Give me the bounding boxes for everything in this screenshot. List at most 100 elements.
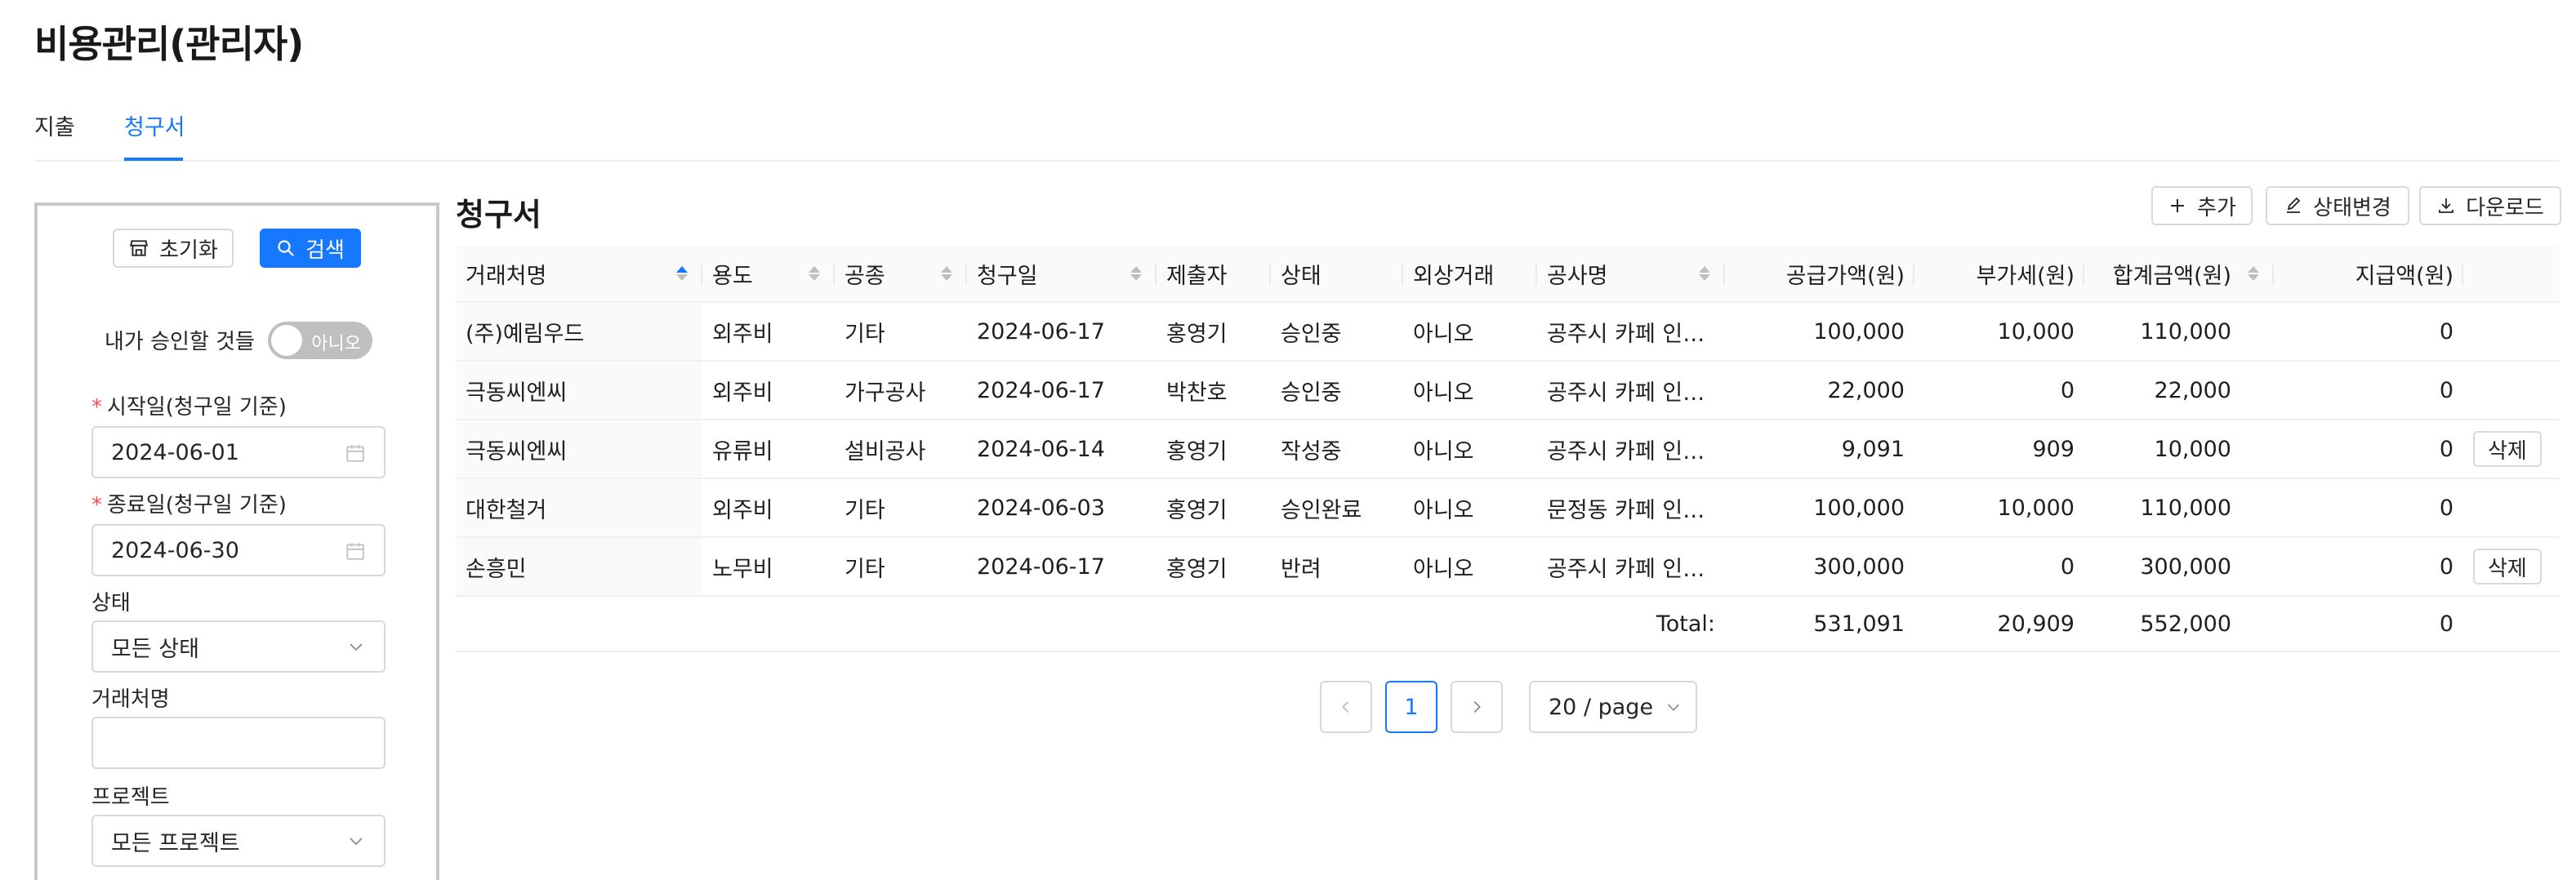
- cell-vendor: (주)예림우드: [456, 302, 702, 362]
- totals-paid: 0: [2274, 596, 2463, 652]
- totals-total: 552,000: [2084, 596, 2274, 652]
- section-title: 청구서: [456, 197, 541, 233]
- cell-credit: 아니오: [1403, 478, 1537, 538]
- table-row: 대한철거 외주비 기타 2024-06-03 홍영기 승인완료 아니오 문정동 …: [456, 478, 2560, 538]
- my-approval-toggle[interactable]: 아니오: [268, 322, 372, 359]
- chevron-right-icon: [1473, 700, 1481, 713]
- sort-icon: [1130, 266, 1142, 281]
- table-row: 극동씨엔씨 외주비 가구공사 2024-06-17 박찬호 승인중 아니오 공주…: [456, 361, 2560, 420]
- search-label: 검색: [305, 238, 345, 263]
- column-header-date[interactable]: 청구일: [967, 247, 1157, 303]
- column-header-trade[interactable]: 공종: [835, 247, 967, 303]
- end-date-input[interactable]: 2024-06-30: [91, 524, 386, 576]
- sort-icon: [676, 266, 688, 281]
- sort-icon: [809, 266, 820, 281]
- cell-total: 110,000: [2084, 478, 2274, 538]
- cell-submitter: 홍영기: [1157, 478, 1271, 538]
- page-title: 비용관리(관리자): [34, 22, 304, 66]
- search-icon: [278, 240, 294, 256]
- cell-credit: 아니오: [1403, 302, 1537, 362]
- column-header-credit: 외상거래: [1403, 247, 1537, 303]
- cell-trade: 기타: [835, 302, 967, 362]
- status-change-button[interactable]: 상태변경: [2266, 186, 2409, 225]
- cell-vendor: 극동씨엔씨: [456, 361, 702, 420]
- cell-status: 작성중: [1271, 420, 1403, 479]
- add-label: 추가: [2197, 195, 2236, 220]
- toggle-text: 아니오: [311, 334, 361, 354]
- delete-button[interactable]: 삭제: [2473, 549, 2542, 584]
- page-size-value: 20 / page: [1549, 694, 1654, 720]
- vendor-input[interactable]: [91, 717, 386, 769]
- cell-supply: 22,000: [1725, 361, 1914, 420]
- tab-bar: 지출 청구서: [34, 106, 2560, 162]
- column-header-usage[interactable]: 용도: [702, 247, 835, 303]
- next-page-button[interactable]: [1451, 681, 1503, 733]
- cell-date: 2024-06-17: [967, 537, 1157, 597]
- column-header-actions: [2463, 247, 2560, 303]
- table-row: 손흥민 노무비 기타 2024-06-17 홍영기 반려 아니오 공주시 카페 …: [456, 537, 2560, 597]
- calendar-icon: [346, 445, 364, 462]
- cell-usage: 외주비: [702, 478, 835, 538]
- cell-supply: 300,000: [1725, 537, 1914, 597]
- cell-submitter: 홍영기: [1157, 537, 1271, 597]
- tab-expenses[interactable]: 지출: [34, 109, 75, 141]
- page-size-select[interactable]: 20 / page: [1529, 681, 1697, 733]
- calendar-icon: [346, 543, 364, 560]
- chevron-down-icon: [1668, 704, 1680, 711]
- shop-icon: [130, 240, 149, 256]
- download-button[interactable]: 다운로드: [2419, 186, 2561, 225]
- cell-usage: 유류비: [702, 420, 835, 479]
- cell-project: 공주시 카페 인테리어: [1537, 420, 1725, 479]
- tab-invoices[interactable]: 청구서: [124, 109, 185, 141]
- cell-date: 2024-06-17: [967, 361, 1157, 420]
- edit-icon: [2287, 197, 2301, 213]
- cell-credit: 아니오: [1403, 537, 1537, 597]
- status-change-label: 상태변경: [2313, 195, 2391, 220]
- cell-status: 반려: [1271, 537, 1403, 597]
- totals-label: Total:: [456, 596, 1725, 652]
- cell-trade: 기타: [835, 478, 967, 538]
- start-date-value: 2024-06-01: [111, 439, 239, 465]
- my-approval-label: 내가 승인할 것들: [105, 330, 255, 354]
- download-icon: [2439, 198, 2454, 213]
- chevron-left-icon: [1342, 700, 1349, 713]
- project-select[interactable]: 모든 프로젝트: [91, 815, 386, 867]
- column-header-status: 상태: [1271, 247, 1403, 303]
- status-label: 상태: [91, 591, 131, 616]
- cell-credit: 아니오: [1403, 420, 1537, 479]
- page-1-button[interactable]: 1: [1385, 681, 1437, 733]
- cell-supply: 9,091: [1725, 420, 1914, 479]
- reset-label: 초기화: [159, 238, 218, 263]
- column-header-vendor[interactable]: 거래처명: [456, 247, 702, 303]
- filter-panel: 초기화 검색 내가 승인할 것들 아니오 * 시작일(청구일 기준) 2024-0…: [34, 202, 439, 880]
- status-select-value: 모든 상태: [111, 636, 199, 662]
- status-select[interactable]: 모든 상태: [91, 620, 386, 673]
- cell-date: 2024-06-03: [967, 478, 1157, 538]
- cell-status: 승인중: [1271, 302, 1403, 362]
- start-date-label: * 시작일(청구일 기준): [91, 395, 287, 420]
- column-header-total[interactable]: 합계금액(원): [2084, 247, 2274, 303]
- cell-paid: 0: [2274, 361, 2463, 420]
- totals-row: Total: 531,091 20,909 552,000 0: [456, 596, 2560, 652]
- table-row: (주)예림우드 외주비 기타 2024-06-17 홍영기 승인중 아니오 공주…: [456, 302, 2560, 362]
- column-header-paid: 지급액(원): [2274, 247, 2463, 303]
- add-button[interactable]: 추가: [2151, 186, 2253, 225]
- cell-total: 300,000: [2084, 537, 2274, 597]
- column-header-project[interactable]: 공사명: [1537, 247, 1725, 303]
- prev-page-button[interactable]: [1320, 681, 1372, 733]
- column-header-supply: 공급가액(원): [1725, 247, 1914, 303]
- cell-date: 2024-06-17: [967, 302, 1157, 362]
- delete-button[interactable]: 삭제: [2473, 431, 2542, 467]
- cell-paid: 0: [2274, 478, 2463, 538]
- cell-vendor: 대한철거: [456, 478, 702, 538]
- search-button[interactable]: 검색: [260, 229, 361, 268]
- reset-button[interactable]: 초기화: [113, 229, 234, 268]
- start-date-input[interactable]: 2024-06-01: [91, 426, 386, 478]
- cell-paid: 0: [2274, 302, 2463, 362]
- project-label: 프로젝트: [91, 785, 170, 810]
- cell-actions: [2463, 361, 2560, 420]
- cell-vat: 0: [1914, 537, 2084, 597]
- download-label: 다운로드: [2466, 195, 2544, 220]
- column-header-submitter: 제출자: [1157, 247, 1271, 303]
- cell-project: 공주시 카페 인테리어: [1537, 302, 1725, 362]
